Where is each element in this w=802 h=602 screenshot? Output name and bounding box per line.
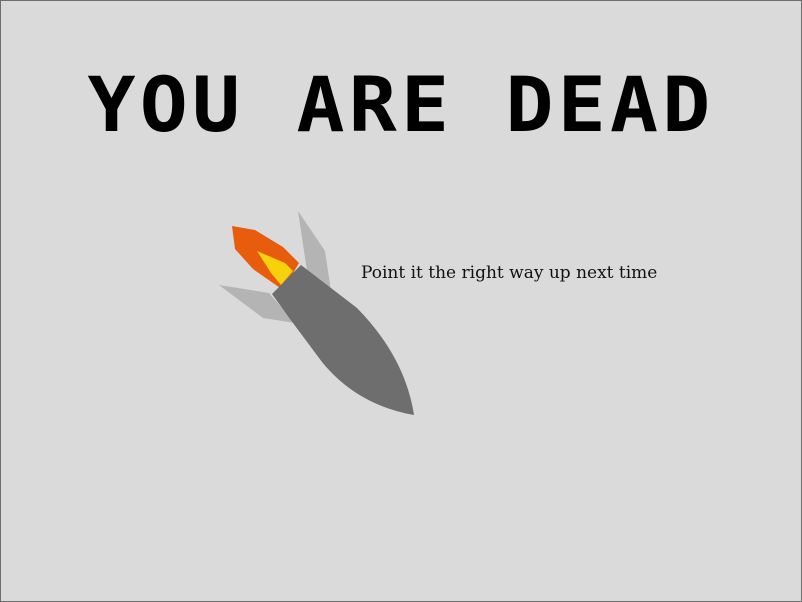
- death-message: Point it the right way up next time: [361, 263, 658, 283]
- crashed-rocket-icon: [219, 211, 414, 415]
- rocket-body: [272, 265, 414, 415]
- game-over-screen: YOU ARE DEAD Point it the right way up n…: [0, 0, 802, 602]
